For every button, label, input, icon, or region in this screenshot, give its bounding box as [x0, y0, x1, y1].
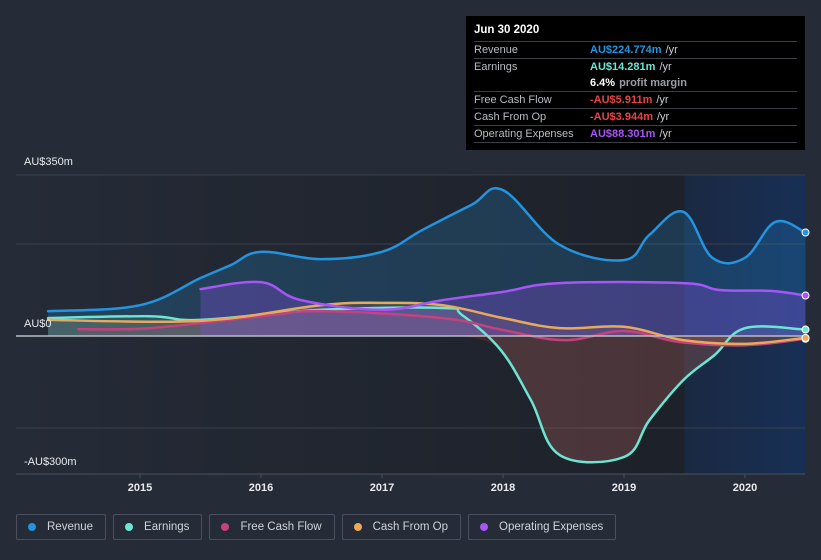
tooltip-row-revenue: Revenue AU$224.774m /yr — [474, 42, 797, 59]
legend-item-revenue[interactable]: Revenue — [16, 514, 107, 540]
legend-item-free-cash-flow[interactable]: Free Cash Flow — [209, 514, 335, 540]
x-tick-label: 2016 — [249, 482, 273, 494]
tooltip-label: Revenue — [474, 44, 519, 56]
x-tick-label: 2015 — [128, 482, 152, 494]
tooltip-value: 6.4% — [590, 77, 616, 89]
legend-dot-icon — [221, 523, 230, 531]
chart-legend: Revenue Earnings Free Cash Flow Cash Fro… — [16, 514, 617, 540]
tooltip-row-earnings: Earnings AU$14.281m /yr — [474, 59, 797, 75]
y-tick-label-top: AU$350m — [24, 156, 73, 168]
tooltip-label: Operating Expenses — [474, 128, 574, 140]
x-tick-label: 2017 — [370, 482, 394, 494]
tooltip-unit: /yr — [659, 128, 672, 140]
legend-item-cash-from-op[interactable]: Cash From Op — [341, 514, 462, 540]
tooltip-value: AU$88.301m — [590, 128, 656, 140]
end-marker-revenue — [801, 228, 810, 237]
legend-label: Cash From Op — [372, 521, 449, 533]
tooltip-value: -AU$3.944m — [590, 111, 653, 123]
tooltip-row-operating-expenses: Operating Expenses AU$88.301m /yr — [474, 126, 797, 143]
tooltip-value: -AU$5.911m — [590, 94, 653, 106]
tooltip-label — [474, 75, 590, 91]
legend-item-earnings[interactable]: Earnings — [113, 514, 203, 540]
end-marker-earnings — [801, 325, 810, 334]
tooltip-label: Cash From Op — [474, 111, 547, 123]
y-tick-label-bottom: -AU$300m — [24, 456, 77, 468]
tooltip-value: AU$14.281m — [590, 61, 656, 73]
legend-dot-icon — [353, 523, 362, 531]
tooltip-value: AU$224.774m — [590, 44, 662, 56]
tooltip-label: Earnings — [474, 61, 518, 73]
x-tick-label: 2018 — [491, 482, 515, 494]
end-marker-cash-from-op — [801, 333, 810, 342]
legend-dot-icon — [480, 523, 489, 531]
tooltip-unit: /yr — [665, 44, 678, 56]
legend-dot-icon — [125, 523, 134, 531]
tooltip-unit: profit margin — [619, 77, 687, 89]
tooltip-row-cash-from-op: Cash From Op -AU$3.944m /yr — [474, 109, 797, 126]
x-tick-label: 2020 — [733, 482, 757, 494]
tooltip-row-free-cash-flow: Free Cash Flow -AU$5.911m /yr — [474, 92, 797, 109]
tooltip-row-profit-margin: 6.4% profit margin — [474, 75, 797, 92]
tooltip-panel: Jun 30 2020 Revenue AU$224.774m /yr Earn… — [466, 16, 805, 150]
legend-label: Operating Expenses — [499, 521, 604, 533]
y-tick-label-zero: AU$0 — [24, 318, 52, 330]
legend-label: Earnings — [144, 521, 190, 533]
legend-item-operating-expenses[interactable]: Operating Expenses — [468, 514, 617, 540]
legend-label: Free Cash Flow — [240, 521, 322, 533]
tooltip-label: Free Cash Flow — [474, 94, 552, 106]
legend-label: Revenue — [47, 521, 94, 533]
tooltip-unit: /yr — [656, 94, 669, 106]
end-marker-operating-expenses — [801, 291, 810, 300]
legend-dot-icon — [28, 523, 36, 531]
tooltip-unit: /yr — [656, 111, 670, 123]
tooltip-unit: /yr — [659, 61, 672, 73]
x-tick-label: 2019 — [612, 482, 636, 494]
tooltip-date: Jun 30 2020 — [474, 22, 797, 42]
